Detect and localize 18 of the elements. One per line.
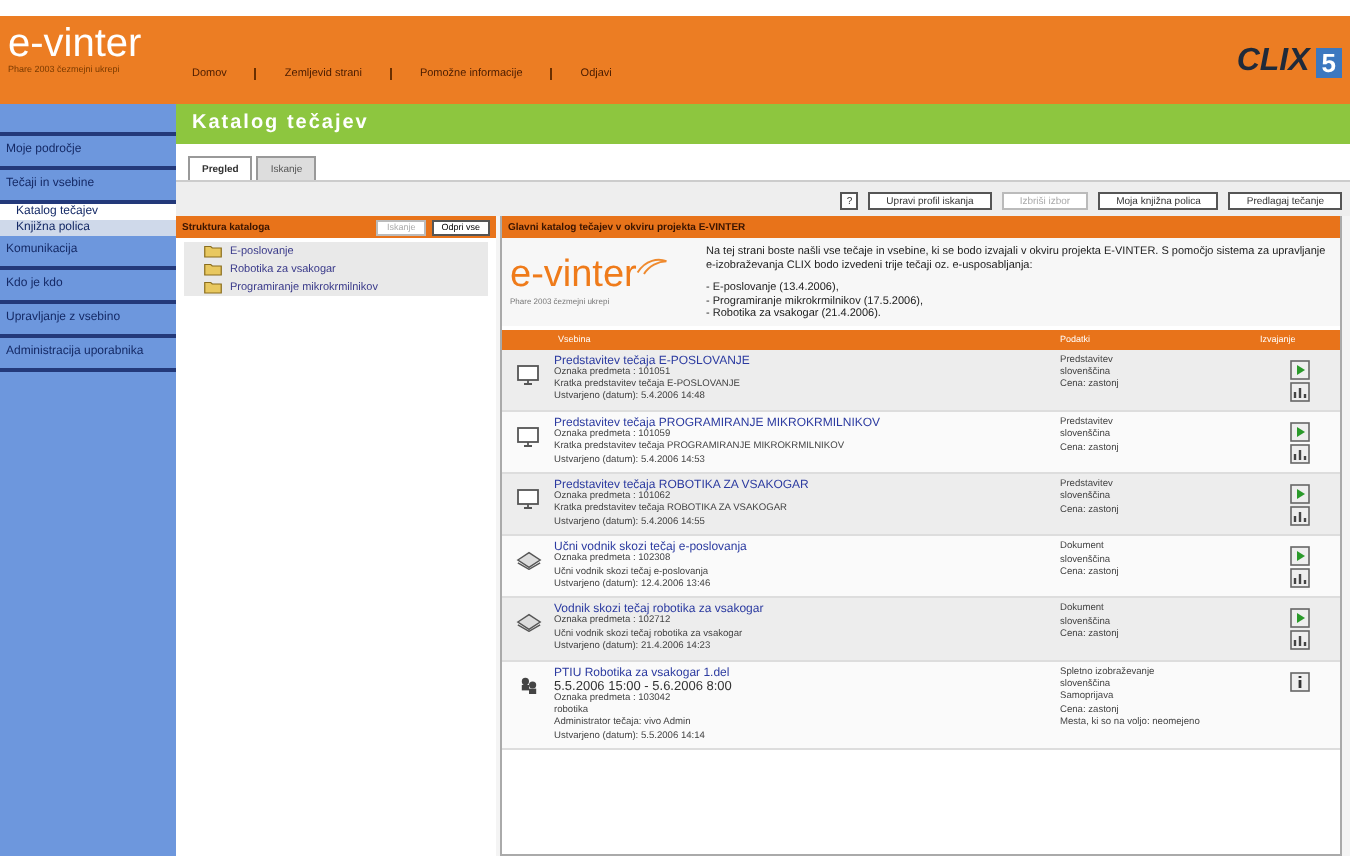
chart-icon[interactable] [1290, 381, 1310, 401]
info-icon[interactable] [1290, 671, 1310, 692]
play-icon[interactable] [1290, 421, 1310, 442]
version-badge: 5 [1315, 47, 1342, 77]
chart-icon[interactable] [1290, 568, 1310, 589]
logo-text: e-vinter [510, 256, 637, 296]
chart-icon[interactable] [1290, 505, 1310, 526]
page-title: Katalog tečajev [176, 104, 1350, 144]
people-icon [519, 675, 537, 694]
monitor-icon [516, 425, 540, 448]
monitor-icon [516, 363, 540, 385]
brand-logo: CLIX [1236, 44, 1310, 80]
logo-text: e-vinter [8, 24, 144, 64]
chart-icon[interactable] [1290, 443, 1310, 464]
play-icon[interactable] [1290, 546, 1310, 567]
monitor-icon [516, 487, 540, 510]
chart-icon[interactable] [1290, 630, 1310, 651]
swirl-icon [636, 256, 669, 276]
